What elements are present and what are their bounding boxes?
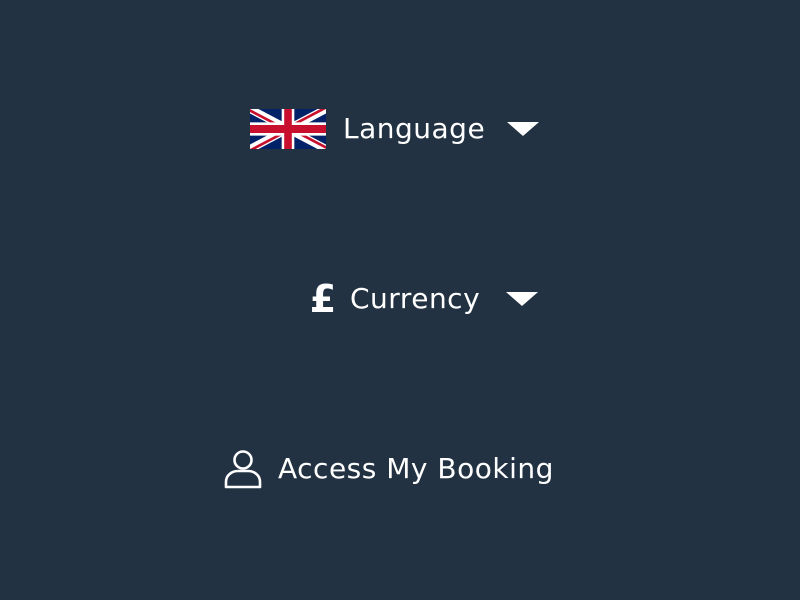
uk-flag-icon	[250, 109, 326, 149]
pound-icon: £	[309, 277, 337, 321]
currency-selector[interactable]: £ Currency	[309, 277, 539, 321]
currency-caret-down-icon[interactable]	[506, 292, 539, 306]
language-caret-down-icon[interactable]	[507, 122, 540, 136]
user-icon	[224, 450, 262, 489]
booking-label: Access My Booking	[278, 452, 554, 485]
language-label: Language	[343, 112, 486, 145]
currency-label: Currency	[350, 282, 481, 315]
language-selector[interactable]: Language	[250, 108, 540, 150]
access-my-booking-link[interactable]: Access My Booking	[224, 448, 554, 490]
